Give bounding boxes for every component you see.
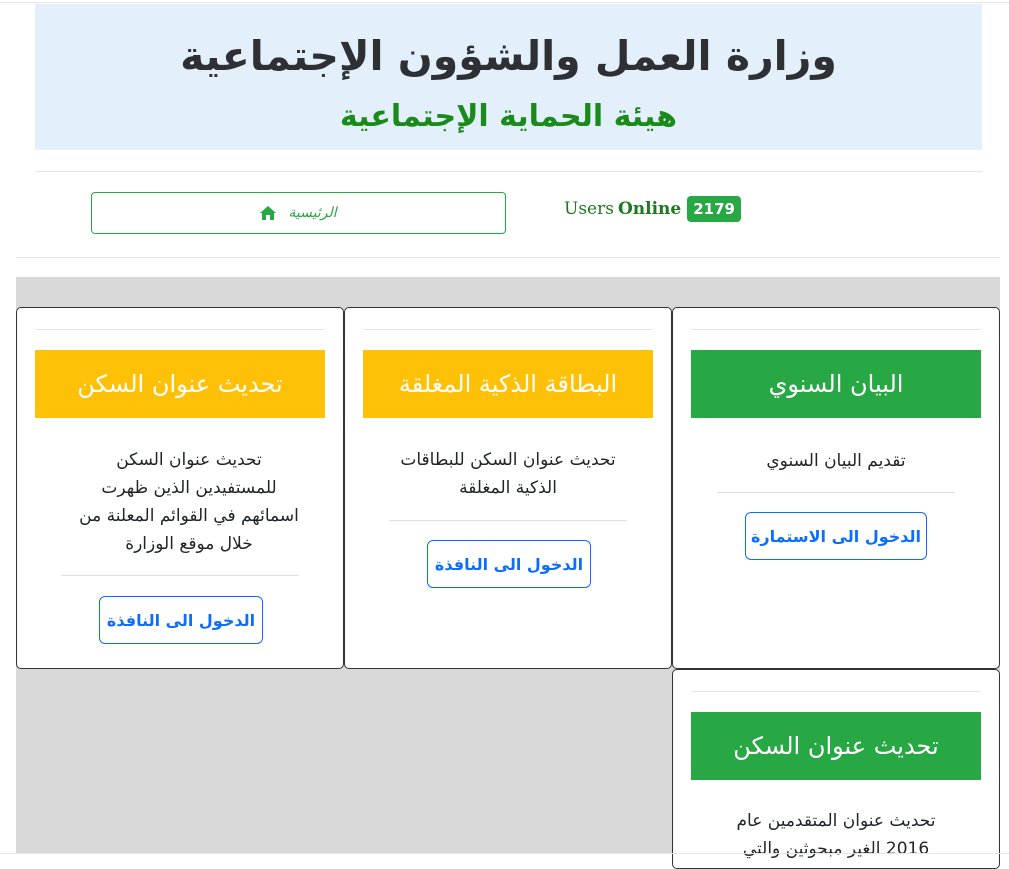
service-card-address-update: تحديث عنوان السكن تحديث عنوان السكن للمس… [16, 307, 344, 669]
enter-form-button[interactable]: الدخول الى الاستمارة [745, 512, 927, 560]
users-online-count: 2179 [687, 196, 741, 222]
card-top-divider [363, 329, 653, 330]
card-title: البطاقة الذكية المغلقة [363, 350, 653, 418]
header-divider [35, 171, 982, 172]
home-button[interactable]: الرئيسية [91, 192, 506, 234]
card-title: البيان السنوي [691, 350, 981, 418]
header-banner: وزارة العمل والشؤون الإجتماعية هيئة الحم… [35, 4, 982, 150]
card-title: تحديث عنوان السكن [35, 350, 325, 418]
card-description: تحديث عنوان المتقدمين عام 2016 الغير مبح… [736, 811, 936, 859]
nav-divider [16, 257, 1000, 258]
ministry-title: وزارة العمل والشؤون الإجتماعية [180, 32, 837, 80]
card-separator [717, 492, 955, 493]
home-icon [260, 206, 277, 220]
enter-window-button[interactable]: الدخول الى النافذة [427, 540, 591, 588]
card-description: تحديث عنوان السكن للبطاقات الذكية المغلق… [400, 450, 616, 498]
card-top-divider [691, 691, 981, 692]
authority-subtitle: هيئة الحماية الإجتماعية [339, 99, 678, 134]
service-card-annual-statement: البيان السنوي تقديم البيان السنوي الدخول… [672, 307, 1000, 669]
service-card-applicants-address-update: تحديث عنوان السكن تحديث عنوان المتقدمين … [672, 669, 1000, 869]
card-title: تحديث عنوان السكن [691, 712, 981, 780]
card-separator [389, 520, 627, 521]
home-label: الرئيسية [288, 205, 337, 221]
card-description: تحديث عنوان السكن للمستفيدين الذين ظهرت … [79, 450, 299, 554]
users-online-indicator: Users Online 2179 [564, 195, 741, 223]
service-card-closed-smart-card: البطاقة الذكية المغلقة تحديث عنوان السكن… [344, 307, 672, 669]
online-label: Online [617, 199, 682, 219]
users-label: Users [564, 199, 614, 219]
card-top-divider [691, 329, 981, 330]
enter-window-button[interactable]: الدخول الى النافذة [99, 596, 263, 644]
card-description: تقديم البيان السنوي [766, 451, 906, 471]
top-divider [0, 2, 1009, 3]
card-separator [61, 575, 299, 576]
card-top-divider [35, 329, 325, 330]
